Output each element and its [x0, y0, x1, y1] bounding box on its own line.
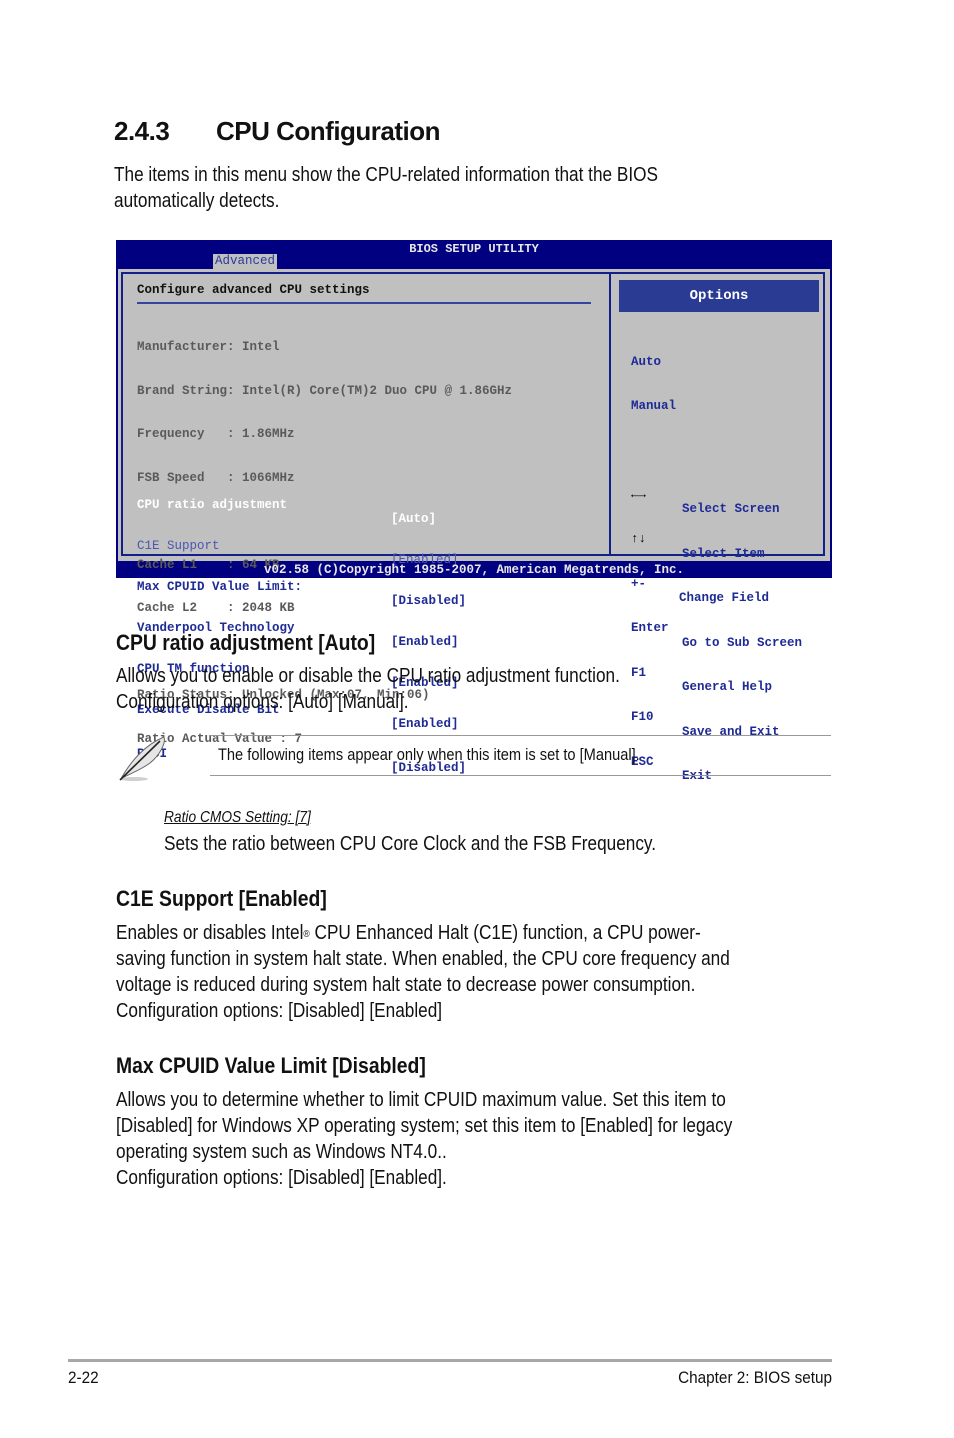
- settings-heading: Configure advanced CPU settings: [137, 283, 370, 297]
- heading-divider: [137, 302, 591, 304]
- setting-value: [Enabled]: [391, 717, 459, 731]
- c1e-line-2: saving function in system halt state. Wh…: [116, 948, 730, 970]
- key-esc: ESC Exit: [631, 740, 721, 784]
- c1e-line-1: Enables or disables Intel® CPU Enhanced …: [116, 920, 701, 946]
- c1e-heading: C1E Support [Enabled]: [116, 886, 327, 911]
- key-desc: Change Field: [679, 591, 770, 605]
- key-select-item: ↑↓ Select Item: [631, 518, 765, 561]
- bios-frame: Configure advanced CPU settings Manufact…: [118, 269, 830, 783]
- help-panel: Options Auto Manual ←→ Select Screen ↑↓ …: [611, 274, 823, 783]
- note-text: The following items appear only when thi…: [218, 745, 640, 764]
- note-rule-bottom: [210, 775, 831, 776]
- key-select-screen: ←→ Select Screen: [631, 473, 780, 517]
- setting-label: C1E Support: [137, 538, 220, 553]
- cpu-ratio-line-1: Allows you to enable or disable the CPU …: [116, 665, 620, 687]
- section-number: 2.4.3: [114, 116, 170, 146]
- tab-advanced[interactable]: Advanced: [213, 254, 278, 269]
- setting-value: [Disabled]: [391, 594, 467, 608]
- chapter-label: Chapter 2: BIOS setup: [661, 1368, 832, 1388]
- bios-copyright: v02.58 (C)Copyright 1985-2007, American …: [263, 563, 685, 577]
- cpuid-line-1: Allows you to determine whether to limit…: [116, 1089, 726, 1111]
- left-right-arrows-icon: ←→: [631, 487, 647, 502]
- ratio-cmos-text: Sets the ratio between CPU Core Clock an…: [164, 833, 657, 855]
- key-desc: General Help: [682, 680, 773, 694]
- c1e-line-3: voltage is reduced during system halt st…: [116, 974, 696, 996]
- registered-mark: ®: [303, 929, 310, 940]
- options-header: Options: [619, 280, 819, 312]
- up-down-arrows-icon: ↑↓: [631, 532, 647, 546]
- cpuid-line-4: Configuration options: [Disabled] [Enabl…: [116, 1167, 447, 1189]
- ratio-cmos-label: Ratio CMOS Setting: [7]: [164, 809, 311, 826]
- intro-line-1: The items in this menu show the CPU-rela…: [114, 164, 658, 186]
- key-f10: F10 Save and Exit: [631, 696, 780, 739]
- info-manufacturer: Manufacturer: Intel: [137, 340, 280, 354]
- intro-line-2: automatically detects.: [114, 190, 280, 212]
- cpu-ratio-line-2: Configuration options: [Auto] [Manual].: [116, 691, 409, 713]
- key-desc: Go to Sub Screen: [682, 635, 803, 650]
- setting-label: Max CPUID Value Limit:: [137, 579, 303, 594]
- key-label: +-: [631, 576, 647, 591]
- setting-value: [Enabled]: [391, 635, 459, 649]
- cpu-ratio-heading: CPU ratio adjustment [Auto]: [116, 630, 376, 655]
- option-auto[interactable]: Auto: [631, 355, 706, 370]
- c1e-line-4: Configuration options: [Disabled] [Enabl…: [116, 1000, 443, 1022]
- setting-cpu-ratio-adjustment[interactable]: CPU ratio adjustment [Auto]: [137, 483, 436, 527]
- key-label: F10: [631, 710, 654, 724]
- key-label: F1: [631, 665, 647, 680]
- info-brand-string: Brand String: Intel(R) Core(TM)2 Duo CPU…: [137, 383, 513, 398]
- cpuid-line-3: operating system such as Windows NT4.0..: [116, 1141, 447, 1163]
- key-desc: Select Item: [682, 546, 765, 561]
- chapter-text: Chapter 2: BIOS setup: [678, 1368, 832, 1387]
- text: Enables or disables Intel: [116, 922, 304, 944]
- options-list: Auto Manual: [631, 326, 706, 442]
- key-desc: Select Screen: [682, 502, 780, 516]
- section-title: CPU Configuration: [216, 116, 441, 146]
- setting-value: [Auto]: [391, 512, 437, 526]
- text: CPU Enhanced Halt (C1E) function, a CPU …: [309, 922, 701, 944]
- note-rule-top: [210, 735, 831, 736]
- setting-vanderpool[interactable]: Vanderpool Technology [Enabled]: [137, 606, 459, 650]
- key-legend: ←→ Select Screen ↑↓ Select Item +- Chang…: [631, 444, 802, 785]
- option-manual[interactable]: Manual: [631, 399, 706, 414]
- bios-screenshot: BIOS SETUP UTILITY Advanced Configure ad…: [116, 240, 832, 783]
- cpuid-heading: Max CPUID Value Limit [Disabled]: [116, 1053, 426, 1078]
- settings-list: CPU ratio adjustment [Auto] C1E Support …: [137, 454, 466, 776]
- info-frequency: Frequency : 1.86MHz: [137, 427, 295, 441]
- key-enter: Enter Go to Sub Screen: [631, 607, 802, 650]
- key-desc: Exit: [682, 769, 713, 783]
- setting-c1e-support[interactable]: C1E Support [Enabled]: [137, 524, 459, 568]
- setting-label: CPU ratio adjustment: [137, 497, 288, 512]
- cpuid-line-2: [Disabled] for Windows XP operating syst…: [116, 1115, 733, 1137]
- page-number: 2-22: [68, 1368, 99, 1387]
- settings-panel: Configure advanced CPU settings Manufact…: [123, 274, 609, 775]
- feather-pen-icon: [114, 733, 170, 783]
- key-desc: Save and Exit: [682, 724, 780, 739]
- key-label: Enter: [631, 621, 669, 635]
- key-f1: F1 General Help: [631, 651, 772, 695]
- footer-rule: [68, 1359, 832, 1362]
